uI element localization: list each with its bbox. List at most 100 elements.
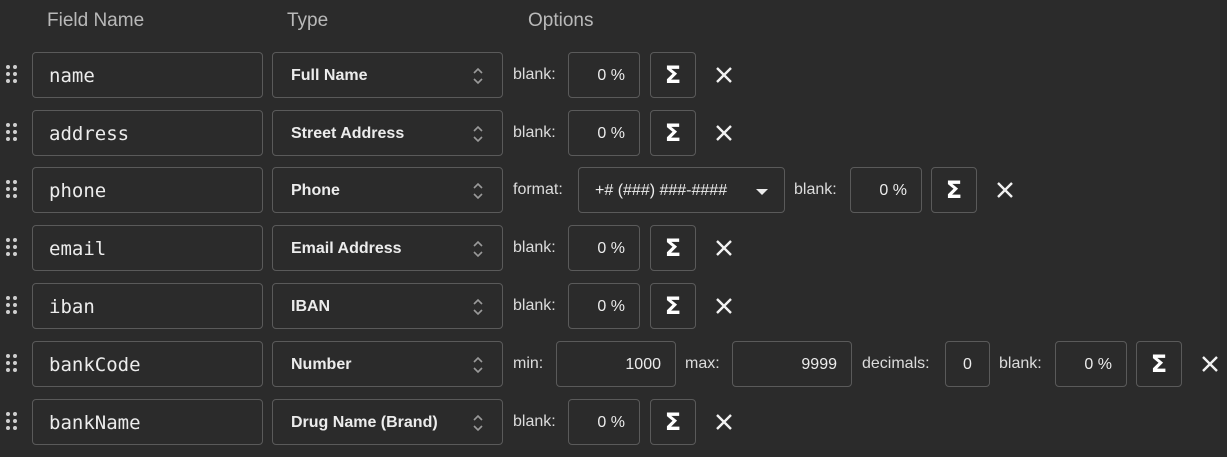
format-value: +# (###) ###-#### bbox=[595, 182, 728, 199]
type-value: Email Address bbox=[291, 240, 402, 257]
sigma-icon: Σ bbox=[664, 408, 682, 436]
max-value: 9999 bbox=[801, 356, 837, 373]
close-icon[interactable] bbox=[712, 236, 736, 260]
decimals-value: 0 bbox=[963, 356, 972, 373]
field-row: bankName Drug Name (Brand) blank: 0 % Σ bbox=[0, 399, 1227, 447]
min-input[interactable]: 1000 bbox=[556, 341, 676, 387]
field-row: iban IBAN blank: 0 % Σ bbox=[0, 283, 1227, 331]
chevron-up-down-icon bbox=[473, 240, 483, 258]
field-name-value: bankCode bbox=[49, 354, 141, 376]
decimals-input[interactable]: 0 bbox=[945, 341, 990, 387]
type-value: Number bbox=[291, 356, 352, 373]
field-row: name Full Name blank: 0 % Σ bbox=[0, 52, 1227, 100]
field-name-input[interactable]: name bbox=[32, 52, 263, 98]
sigma-icon: Σ bbox=[1150, 350, 1168, 378]
close-icon[interactable] bbox=[712, 294, 736, 318]
field-name-input[interactable]: bankCode bbox=[32, 341, 263, 387]
decimals-label: decimals: bbox=[862, 355, 930, 372]
type-select[interactable]: Full Name bbox=[272, 52, 503, 98]
blank-label: blank: bbox=[794, 181, 837, 198]
field-row: email Email Address blank: 0 % Σ bbox=[0, 225, 1227, 273]
min-label: min: bbox=[513, 355, 544, 372]
type-select[interactable]: Drug Name (Brand) bbox=[272, 399, 503, 445]
close-icon[interactable] bbox=[993, 178, 1017, 202]
field-name-input[interactable]: iban bbox=[32, 283, 263, 329]
blank-percent-input[interactable]: 0 % bbox=[1055, 341, 1127, 387]
type-select[interactable]: Number bbox=[272, 341, 503, 387]
field-name-value: email bbox=[49, 238, 107, 260]
type-value: Full Name bbox=[291, 67, 368, 84]
chevron-up-down-icon bbox=[473, 298, 483, 316]
options-header: Options bbox=[528, 10, 594, 31]
type-value: Drug Name (Brand) bbox=[291, 414, 438, 431]
blank-percent-input[interactable]: 0 % bbox=[568, 399, 640, 445]
close-icon[interactable] bbox=[712, 121, 736, 145]
chevron-up-down-icon bbox=[473, 67, 483, 85]
blank-label: blank: bbox=[513, 124, 556, 141]
blank-percent-value: 0 % bbox=[597, 240, 625, 257]
field-row: bankCode Number min: 1000 max: 9999 deci… bbox=[0, 341, 1227, 389]
sigma-icon: Σ bbox=[664, 292, 682, 320]
field-name-input[interactable]: address bbox=[32, 110, 263, 156]
drag-handle-icon[interactable] bbox=[6, 123, 18, 143]
formula-button[interactable]: Σ bbox=[650, 225, 696, 271]
chevron-up-down-icon bbox=[473, 356, 483, 374]
blank-percent-value: 0 % bbox=[1084, 356, 1112, 373]
type-select[interactable]: IBAN bbox=[272, 283, 503, 329]
formula-button[interactable]: Σ bbox=[931, 167, 977, 213]
formula-button[interactable]: Σ bbox=[650, 283, 696, 329]
blank-label: blank: bbox=[513, 66, 556, 83]
max-label: max: bbox=[685, 355, 720, 372]
close-icon[interactable] bbox=[712, 410, 736, 434]
max-input[interactable]: 9999 bbox=[732, 341, 852, 387]
type-select[interactable]: Phone bbox=[272, 167, 503, 213]
drag-handle-icon[interactable] bbox=[6, 354, 18, 374]
sigma-icon: Σ bbox=[664, 61, 682, 89]
type-value: IBAN bbox=[291, 298, 331, 315]
field-name-value: name bbox=[49, 65, 95, 87]
chevron-up-down-icon bbox=[473, 182, 483, 200]
blank-percent-input[interactable]: 0 % bbox=[568, 110, 640, 156]
field-name-value: phone bbox=[49, 180, 107, 202]
field-row: address Street Address blank: 0 % Σ bbox=[0, 110, 1227, 158]
formula-button[interactable]: Σ bbox=[650, 52, 696, 98]
field-name-value: bankName bbox=[49, 412, 141, 434]
min-value: 1000 bbox=[625, 356, 661, 373]
blank-percent-value: 0 % bbox=[597, 67, 625, 84]
close-icon[interactable] bbox=[712, 63, 736, 87]
caret-down-icon bbox=[756, 189, 768, 195]
field-name-input[interactable]: phone bbox=[32, 167, 263, 213]
sigma-icon: Σ bbox=[664, 234, 682, 262]
type-select[interactable]: Street Address bbox=[272, 110, 503, 156]
type-value: Phone bbox=[291, 182, 340, 199]
drag-handle-icon[interactable] bbox=[6, 296, 18, 316]
type-value: Street Address bbox=[291, 125, 405, 142]
drag-handle-icon[interactable] bbox=[6, 65, 18, 85]
format-select[interactable]: +# (###) ###-#### bbox=[578, 167, 785, 213]
field-name-value: address bbox=[49, 123, 130, 145]
field-name-input[interactable]: bankName bbox=[32, 399, 263, 445]
blank-percent-input[interactable]: 0 % bbox=[568, 225, 640, 271]
formula-button[interactable]: Σ bbox=[650, 399, 696, 445]
type-select[interactable]: Email Address bbox=[272, 225, 503, 271]
blank-percent-value: 0 % bbox=[597, 125, 625, 142]
blank-label: blank: bbox=[513, 297, 556, 314]
drag-handle-icon[interactable] bbox=[6, 412, 18, 432]
blank-percent-input[interactable]: 0 % bbox=[850, 167, 922, 213]
field-name-value: iban bbox=[49, 296, 95, 318]
blank-percent-value: 0 % bbox=[879, 182, 907, 199]
sigma-icon: Σ bbox=[664, 119, 682, 147]
close-icon[interactable] bbox=[1198, 352, 1222, 376]
blank-percent-input[interactable]: 0 % bbox=[568, 52, 640, 98]
format-label: format: bbox=[513, 181, 563, 198]
blank-label: blank: bbox=[999, 355, 1042, 372]
blank-percent-input[interactable]: 0 % bbox=[568, 283, 640, 329]
drag-handle-icon[interactable] bbox=[6, 180, 18, 200]
blank-label: blank: bbox=[513, 413, 556, 430]
drag-handle-icon[interactable] bbox=[6, 238, 18, 258]
formula-button[interactable]: Σ bbox=[650, 110, 696, 156]
formula-button[interactable]: Σ bbox=[1136, 341, 1182, 387]
field-name-input[interactable]: email bbox=[32, 225, 263, 271]
blank-percent-value: 0 % bbox=[597, 298, 625, 315]
field-row: phone Phone format: +# (###) ###-#### bl… bbox=[0, 167, 1227, 215]
